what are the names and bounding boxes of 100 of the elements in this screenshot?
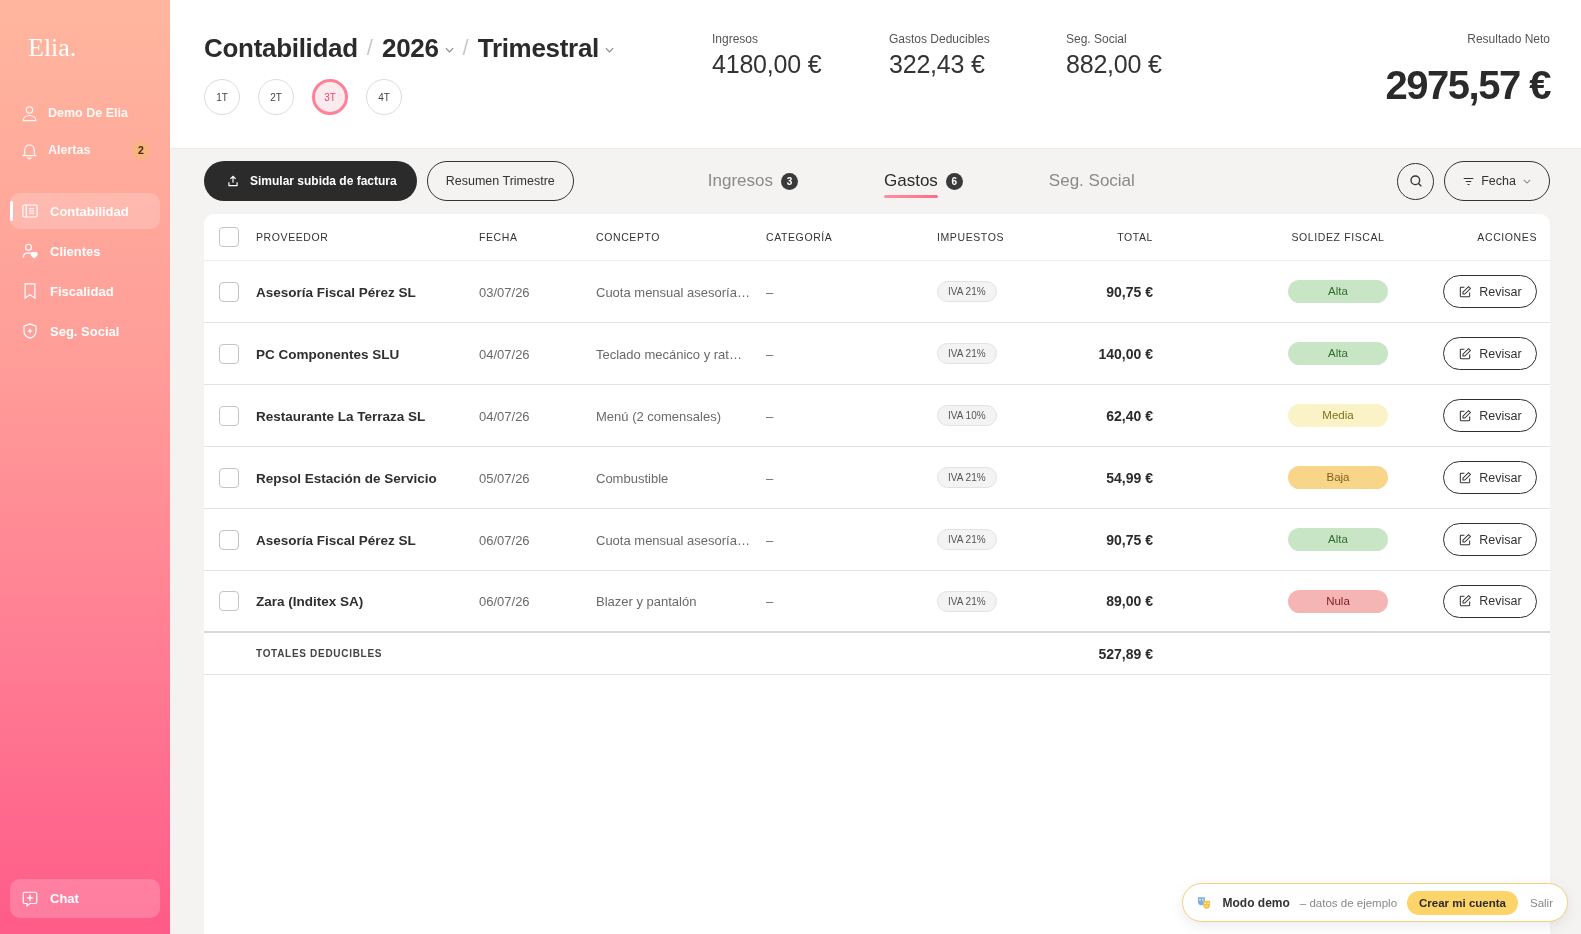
category-text: – — [766, 346, 774, 362]
shield-plus-icon — [21, 322, 39, 340]
tax-badge: IVA 21% — [937, 529, 997, 550]
row-checkbox[interactable] — [219, 467, 239, 488]
row-checkbox[interactable] — [219, 343, 239, 364]
total-amount: 54,99 € — [1106, 469, 1153, 486]
edit-icon — [1458, 408, 1473, 423]
caret-icon — [605, 47, 615, 53]
row-checkbox[interactable] — [219, 281, 239, 302]
column-header: CONCEPTO — [596, 231, 661, 243]
review-button[interactable]: Revisar — [1443, 584, 1537, 618]
solidity-badge: Alta — [1288, 342, 1388, 365]
net-result-label: Resultado Neto — [1467, 31, 1550, 47]
stat-value: 882,00 € — [1066, 49, 1163, 79]
total-amount: 90,75 € — [1106, 283, 1153, 300]
app-logo: Elia. — [28, 33, 77, 63]
column-header: FECHA — [479, 231, 518, 243]
review-button[interactable]: Revisar — [1443, 275, 1537, 308]
category-text: – — [766, 594, 774, 609]
stat-label: Seg. Social — [1066, 31, 1128, 47]
stat-label: Gastos Deducibles — [889, 31, 991, 47]
concept-text: Combustible — [596, 470, 669, 486]
count-badge: 3 — [781, 172, 798, 190]
review-button[interactable]: Revisar — [1443, 523, 1537, 556]
solidity-badge: Nula — [1288, 589, 1388, 613]
column-header: IMPUESTOS — [937, 231, 1005, 243]
quarter-button[interactable]: 1T — [204, 79, 240, 115]
breadcrumb-dropdown[interactable]: Trimestral — [477, 32, 615, 64]
search-icon — [1407, 173, 1424, 189]
quarter-button[interactable]: 4T — [366, 79, 402, 115]
concept-text: Blazer y pantalón — [596, 594, 697, 609]
invoice-date: 05/07/26 — [479, 470, 530, 486]
row-checkbox[interactable] — [219, 405, 239, 426]
solidity-badge: Media — [1288, 404, 1388, 427]
breadcrumb-separator: / — [462, 35, 469, 61]
tab[interactable]: Gastos 6 — [884, 161, 963, 201]
chat-bubble-icon — [21, 889, 39, 908]
total-amount: 90,75 € — [1106, 531, 1153, 548]
edit-icon — [1458, 532, 1473, 547]
invoice-date: 06/07/26 — [479, 532, 530, 548]
tax-badge: IVA 21% — [937, 343, 997, 364]
edit-icon — [1458, 284, 1473, 299]
bookmark-icon — [21, 282, 39, 300]
category-text: – — [766, 470, 774, 486]
review-button[interactable]: Revisar — [1443, 461, 1537, 494]
column-header: CATEGORÍA — [766, 231, 833, 243]
totals-amount: 527,89 € — [1098, 645, 1153, 662]
count-badge: 2 — [132, 141, 150, 159]
category-text: – — [766, 408, 774, 424]
concept-text: Cuota mensual asesoría… — [596, 532, 750, 548]
column-header: SOLIDEZ FISCAL — [1291, 231, 1385, 243]
review-button[interactable]: Revisar — [1443, 399, 1537, 432]
tax-badge: IVA 21% — [937, 281, 997, 302]
filter-icon — [1463, 176, 1475, 186]
breadcrumb-dropdown[interactable]: 2026 — [381, 32, 454, 64]
tab[interactable]: Ingresos 3 — [707, 161, 798, 201]
concept-text: Cuota mensual asesoría… — [596, 284, 750, 300]
invoice-date: 06/07/26 — [479, 594, 530, 609]
select-all-checkbox[interactable] — [219, 227, 239, 247]
caret-icon — [1522, 179, 1531, 184]
invoice-date: 04/07/26 — [479, 408, 530, 424]
provider-name: Zara (Inditex SA) — [256, 594, 364, 609]
row-checkbox[interactable] — [219, 591, 239, 611]
row-checkbox[interactable] — [219, 529, 239, 550]
count-badge: 6 — [945, 172, 963, 190]
exit-link[interactable]: Salir — [1530, 896, 1553, 909]
invoice-date: 04/07/26 — [479, 346, 530, 362]
caret-icon — [444, 47, 454, 53]
concept-text: Teclado mecánico y rat… — [596, 346, 742, 362]
provider-name: Asesoría Fiscal Pérez SL — [256, 284, 416, 300]
create-account-button[interactable]: Crear mi cuenta — [1407, 890, 1518, 915]
column-header: ACCIONES — [1477, 231, 1537, 243]
column-header: TOTAL — [1117, 231, 1153, 243]
stat-value: 322,43 € — [889, 49, 986, 79]
ledger-icon — [21, 202, 39, 220]
user-heart-icon — [21, 242, 39, 260]
total-amount: 62,40 € — [1106, 407, 1153, 424]
total-amount: 140,00 € — [1098, 345, 1153, 362]
edit-icon — [1458, 470, 1473, 485]
stat-label: Ingresos — [712, 31, 760, 47]
category-text: – — [766, 284, 774, 300]
totals-label: TOTALES DEDUCIBLES — [256, 648, 383, 659]
net-result-value: 2975,57 € — [1385, 62, 1550, 109]
category-text: – — [766, 532, 774, 548]
review-button[interactable]: Revisar — [1443, 337, 1537, 370]
provider-name: PC Componentes SLU — [256, 346, 400, 362]
quarter-button[interactable]: 2T — [258, 79, 294, 115]
edit-icon — [1458, 346, 1473, 361]
demo-mode-label: Modo demo — [1222, 895, 1290, 910]
stat-value: 4180,00 € — [712, 49, 823, 79]
concept-text: Menú (2 comensales) — [596, 408, 721, 424]
provider-name: Repsol Estación de Servicio — [256, 470, 437, 486]
breadcrumb-item: Contabilidad — [204, 32, 358, 64]
solidity-badge: Alta — [1288, 280, 1388, 303]
sidebar-item[interactable]: Alertas 2 — [10, 136, 160, 164]
masks-icon — [1196, 895, 1211, 910]
solidity-badge: Baja — [1288, 466, 1388, 489]
column-header: PROVEEDOR — [256, 231, 329, 243]
upload-button[interactable]: Simular subida de factura — [204, 161, 417, 201]
user-icon — [20, 103, 39, 123]
